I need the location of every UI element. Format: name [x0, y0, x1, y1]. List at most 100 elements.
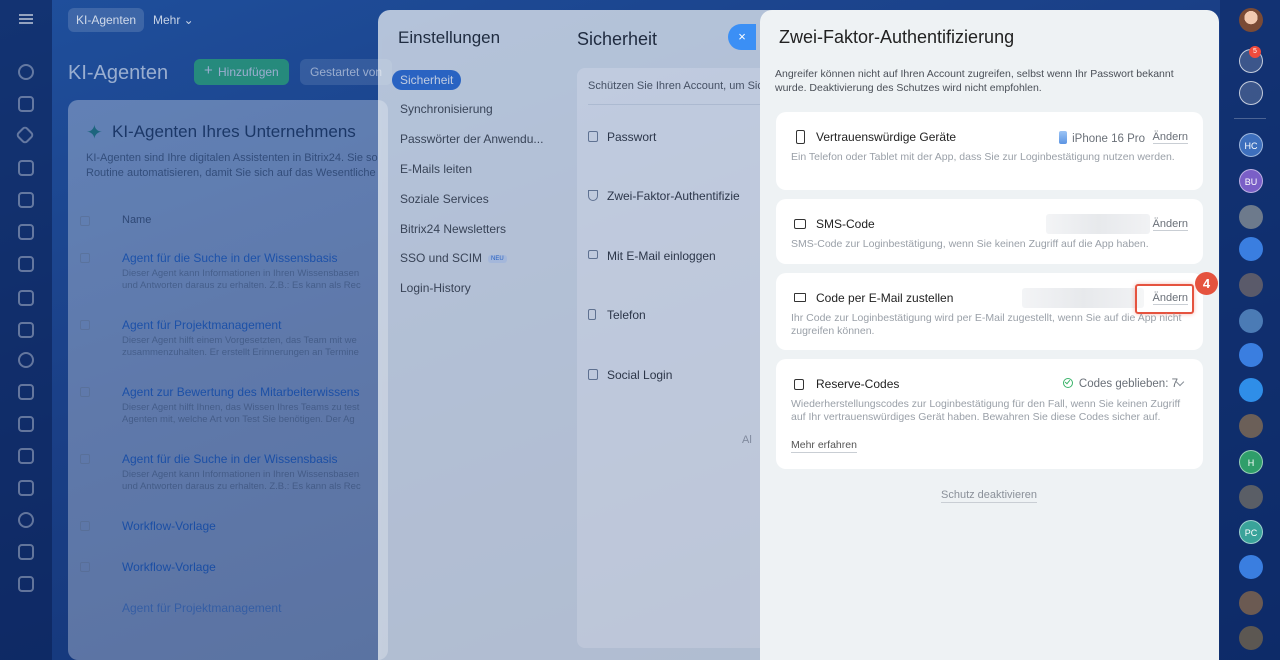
menu-icon[interactable]	[19, 14, 33, 24]
change-sms-link[interactable]: Ändern	[1152, 218, 1188, 231]
file-icon[interactable]	[18, 256, 34, 272]
security-item-password[interactable]: Passwort	[607, 130, 656, 144]
chat-bubble-icon[interactable]	[1239, 378, 1263, 402]
sms-icon	[794, 219, 806, 229]
row-checkbox[interactable]	[80, 387, 90, 397]
page-title: KI-Agenten	[68, 62, 169, 84]
agent-name[interactable]: Agent für die Suche in der Wissensbasis	[122, 452, 337, 466]
nav-app-passwords[interactable]: Passwörter der Anwendu...	[400, 132, 543, 146]
nav-sync[interactable]: Synchronisierung	[400, 102, 493, 116]
row-checkbox[interactable]	[80, 454, 90, 464]
select-all-checkbox[interactable]	[80, 216, 90, 226]
mail-icon[interactable]	[18, 576, 34, 592]
mail-icon	[794, 293, 806, 302]
lock-chat-icon[interactable]	[1239, 237, 1263, 261]
chat-icon[interactable]	[18, 96, 34, 112]
row-checkbox[interactable]	[80, 521, 90, 531]
nav-newsletters[interactable]: Bitrix24 Newsletters	[400, 222, 506, 236]
chat-avatar-bu[interactable]: BU	[1239, 169, 1263, 193]
agent-name[interactable]: Workflow-Vorlage	[122, 560, 216, 574]
close-button[interactable]: ×	[728, 24, 756, 50]
lock-chat-icon[interactable]	[1239, 343, 1263, 367]
chat-avatar-h[interactable]: H	[1239, 450, 1263, 474]
faded-text: Al	[742, 434, 752, 446]
chat-avatar-photo[interactable]	[1239, 485, 1263, 509]
checklist-icon[interactable]	[18, 224, 34, 240]
chat-avatar-hc[interactable]: HC	[1239, 133, 1263, 157]
grid-icon[interactable]	[18, 416, 34, 432]
agent-name[interactable]: Workflow-Vorlage	[122, 519, 216, 533]
add-button[interactable]: Hinzufügen	[194, 58, 289, 85]
nav-social-services[interactable]: Soziale Services	[400, 192, 489, 206]
cart-icon[interactable]	[18, 448, 34, 464]
agent-name[interactable]: Agent für Projektmanagement	[122, 318, 281, 332]
security-content: Schützen Sie Ihren Account, um Sic Passw…	[577, 68, 778, 648]
row-checkbox[interactable]	[80, 320, 90, 330]
chat-avatar-photo[interactable]	[1239, 626, 1263, 650]
document-icon	[794, 379, 804, 390]
step-badge: 4	[1195, 272, 1218, 295]
nav-sso-scim[interactable]: SSO und SCIM NEU	[400, 251, 507, 265]
card-desc: Ihr Code zur Loginbestätigung wird per E…	[791, 312, 1182, 337]
shield-icon	[588, 190, 598, 201]
agent-name[interactable]: Agent für die Suche in der Wissensbasis	[122, 251, 337, 265]
security-item-phone[interactable]: Telefon	[607, 308, 646, 322]
target-icon[interactable]	[18, 352, 34, 368]
storage-icon[interactable]	[18, 480, 34, 496]
settings-icon[interactable]	[18, 512, 34, 528]
agent-desc: Dieser Agent kann Informationen in Ihren…	[122, 268, 361, 291]
chat-avatar-photo[interactable]	[1239, 414, 1263, 438]
nav-email-forward[interactable]: E-Mails leiten	[400, 162, 472, 176]
change-devices-link[interactable]: Ändern	[1152, 131, 1188, 144]
disable-protection-link[interactable]: Schutz deaktivieren	[941, 489, 1037, 503]
tab-more[interactable]: Mehr ⌄	[145, 8, 202, 32]
right-sidebar: HC BU H PC	[1220, 0, 1280, 660]
left-sidebar	[0, 0, 52, 660]
agent-name[interactable]: Agent für Projektmanagement	[122, 601, 281, 615]
nav-login-history[interactable]: Login-History	[400, 281, 471, 295]
search-chat-icon[interactable]	[1239, 81, 1263, 105]
security-title: Sicherheit	[577, 29, 658, 49]
grid-icon	[588, 369, 598, 380]
security-item-2fa[interactable]: Zwei-Faktor-Authentifizie	[607, 189, 740, 203]
tasks-diamond-icon[interactable]	[15, 125, 35, 145]
tab-ki-agenten[interactable]: KI-Agenten	[68, 8, 145, 32]
mail-icon	[588, 250, 598, 259]
row-checkbox[interactable]	[80, 562, 90, 572]
chat-avatar-photo[interactable]	[1239, 205, 1263, 229]
settings-panel: Einstellungen Sicherheit Sicherheit Sync…	[378, 10, 778, 660]
change-email-link[interactable]: Ändern	[1152, 292, 1188, 305]
board-icon[interactable]	[18, 290, 34, 306]
chat-avatar-photo[interactable]	[1239, 273, 1263, 297]
background-page: KI-Agenten Hinzufügen Gestartet von ✦ KI…	[52, 40, 393, 660]
card-desc: Wiederherstellungscodes zur Loginbestäti…	[791, 398, 1181, 423]
blurred-email	[1022, 288, 1144, 308]
document-icon[interactable]	[18, 160, 34, 176]
nav-security[interactable]: Sicherheit	[392, 70, 462, 90]
learn-more-link[interactable]: Mehr erfahren	[791, 439, 857, 453]
filter-icon[interactable]	[18, 384, 34, 400]
chat-avatar-photo[interactable]	[1239, 591, 1263, 615]
security-item-social-login[interactable]: Social Login	[607, 368, 672, 382]
bookmark-icon[interactable]	[1239, 555, 1263, 579]
agent-name[interactable]: Agent zur Bewertung des Mitarbeiterwisse…	[122, 385, 359, 399]
chat-avatar-globe[interactable]	[1239, 309, 1263, 333]
agent-desc: Dieser Agent hilft einem Vorgesetzten, d…	[122, 335, 359, 358]
security-item-email-login[interactable]: Mit E-Mail einloggen	[607, 249, 716, 263]
phone-icon	[588, 309, 596, 320]
crm-icon[interactable]	[18, 322, 34, 338]
smartphone-icon	[796, 130, 805, 144]
row-checkbox[interactable]	[80, 253, 90, 263]
chart-icon[interactable]	[18, 544, 34, 560]
card-intro: KI-Agenten sind Ihre digitalen Assistent…	[86, 152, 378, 179]
new-badge: NEU	[488, 255, 507, 263]
calendar-icon[interactable]	[18, 192, 34, 208]
agent-desc: Dieser Agent hilft Ihnen, das Wissen Ihr…	[122, 402, 360, 425]
activity-icon[interactable]	[18, 64, 34, 80]
user-avatar[interactable]	[1239, 8, 1263, 32]
trusted-devices-card: Vertrauenswürdige Geräte iPhone 16 Pro Ä…	[776, 112, 1203, 190]
panel-title: Zwei-Faktor-Authentifizierung	[779, 27, 1015, 47]
chat-avatar-pc[interactable]: PC	[1239, 520, 1263, 544]
column-header-name[interactable]: Name	[122, 214, 151, 226]
backup-codes-card: Reserve-Codes Codes geblieben: 7 Wiederh…	[776, 359, 1203, 469]
